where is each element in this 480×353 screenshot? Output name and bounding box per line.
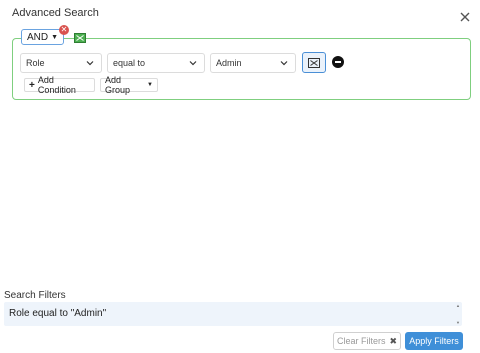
remove-group-icon[interactable]: ✕ — [59, 25, 69, 35]
chevron-down-icon — [189, 61, 197, 66]
plus-icon: + — [29, 79, 35, 91]
chevron-down-icon: ▼ — [51, 33, 59, 41]
close-icon — [460, 12, 470, 22]
value-picker-icon — [308, 57, 320, 68]
add-group-button[interactable]: Add Group ▼ — [100, 75, 158, 95]
apply-filters-label: Apply Filters — [409, 336, 459, 346]
dialog-title: Advanced Search — [12, 7, 99, 19]
group-icon[interactable] — [74, 33, 86, 43]
add-condition-button[interactable]: + Add Condition — [24, 75, 95, 95]
remove-rule-icon[interactable] — [332, 56, 344, 68]
chevron-down-icon — [280, 61, 288, 66]
add-group-label: Add Group — [105, 75, 131, 95]
clear-filters-button[interactable]: Clear Filters ✖ — [333, 332, 401, 350]
operator-select-value: equal to — [113, 58, 146, 68]
search-filters-textarea[interactable]: Role equal to "Admin" ▲ ▼ — [4, 302, 462, 326]
clear-icon: ✖ — [389, 335, 398, 346]
value-picker-button[interactable] — [302, 52, 326, 73]
scroll-up-icon[interactable]: ▲ — [456, 303, 460, 308]
search-filters-label: Search Filters — [4, 290, 66, 301]
scroll-down-icon[interactable]: ▼ — [456, 320, 460, 325]
chevron-down-icon — [86, 61, 94, 66]
operator-select[interactable]: equal to — [107, 53, 205, 73]
field-select-value: Role — [26, 58, 45, 68]
search-filters-text: Role equal to "Admin" — [9, 308, 107, 319]
clear-filters-label: Clear Filters — [336, 336, 386, 346]
conjunction-dropdown[interactable]: AND ▼ — [21, 29, 64, 45]
value-select[interactable]: Admin — [210, 53, 296, 73]
field-select[interactable]: Role — [20, 53, 102, 73]
apply-filters-button[interactable]: Apply Filters — [405, 332, 463, 350]
close-button[interactable] — [457, 9, 473, 25]
value-select-value: Admin — [216, 58, 242, 68]
add-condition-label: Add Condition — [37, 75, 76, 95]
caret-down-icon: ▼ — [147, 82, 153, 88]
conjunction-label: AND — [26, 31, 49, 43]
